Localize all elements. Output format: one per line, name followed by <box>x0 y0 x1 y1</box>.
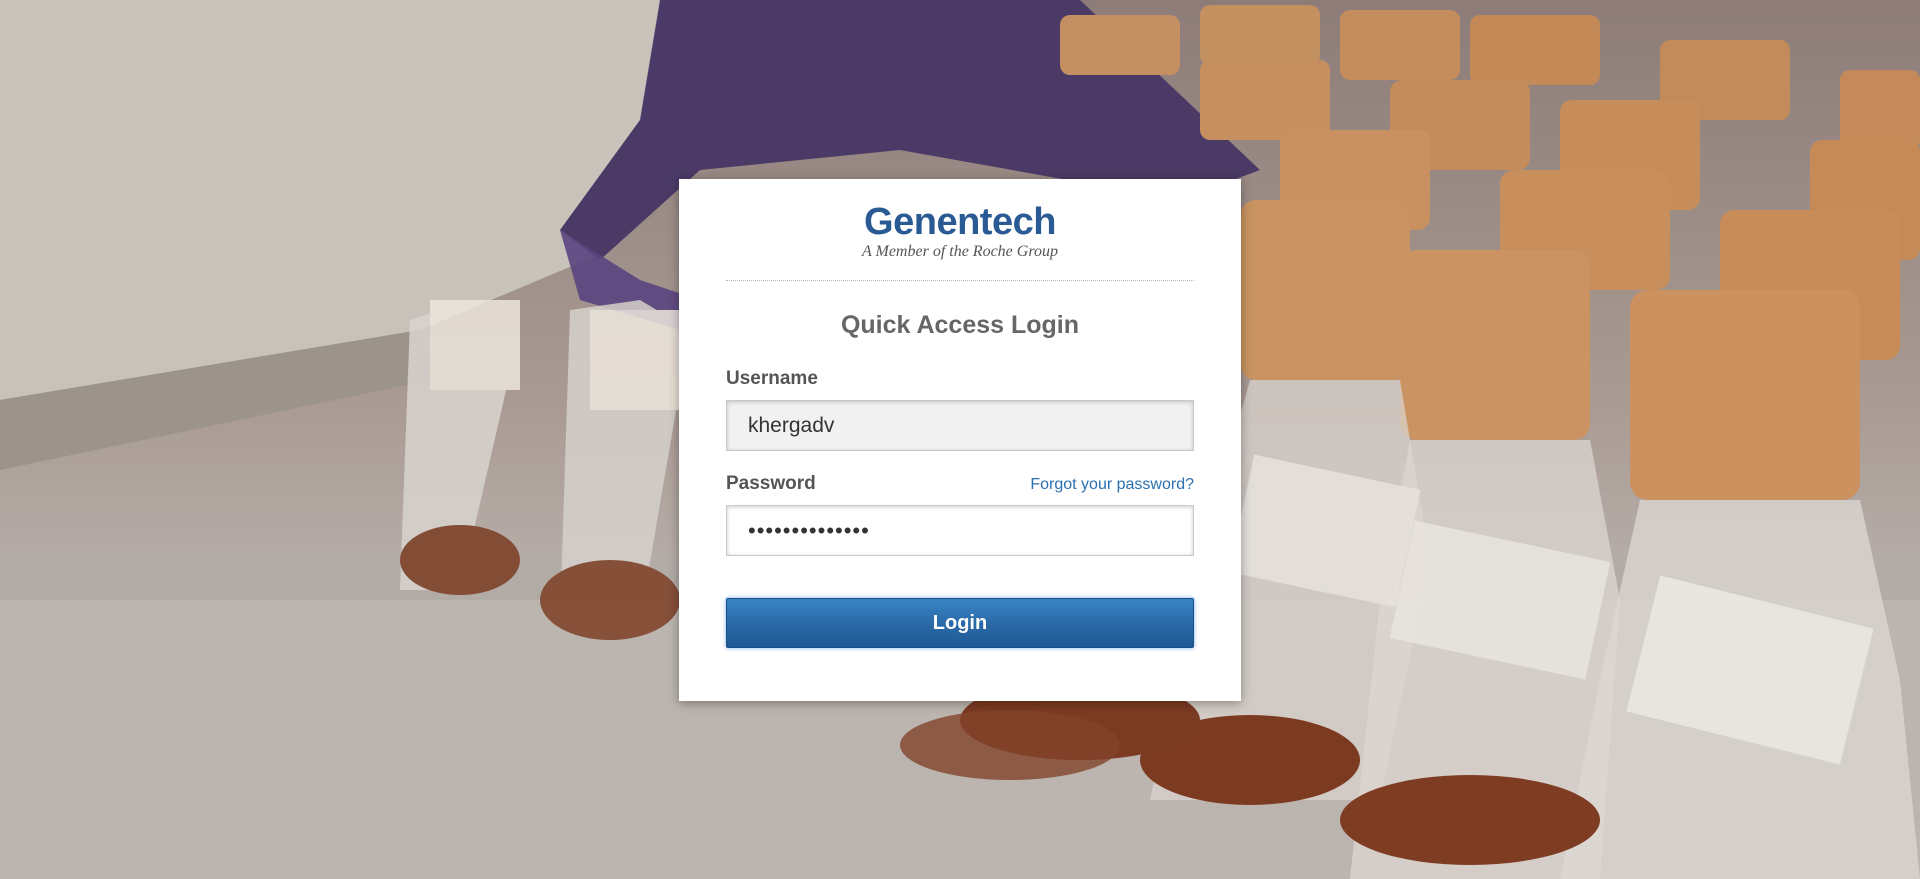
password-field[interactable]: •••••••••••••• <box>726 505 1194 556</box>
username-field[interactable]: khergadv <box>726 400 1194 451</box>
logo-tagline: A Member of the Roche Group <box>862 243 1058 260</box>
password-label-row: Password Forgot your password? <box>726 473 1194 495</box>
logo-wordmark: Genentech <box>864 201 1056 243</box>
page-title: Quick Access Login <box>840 311 1080 339</box>
password-label: Password <box>726 473 816 494</box>
login-card: Genentech A Member of the Roche Group Qu… <box>679 179 1241 701</box>
username-label-row: Username <box>726 368 1194 390</box>
genentech-logo: Genentech A Member of the Roche Group <box>726 203 1194 263</box>
logo-divider <box>726 280 1194 281</box>
username-label: Username <box>726 368 818 389</box>
forgot-password-link[interactable]: Forgot your password? <box>1030 476 1194 494</box>
login-button[interactable]: Login <box>726 598 1194 648</box>
